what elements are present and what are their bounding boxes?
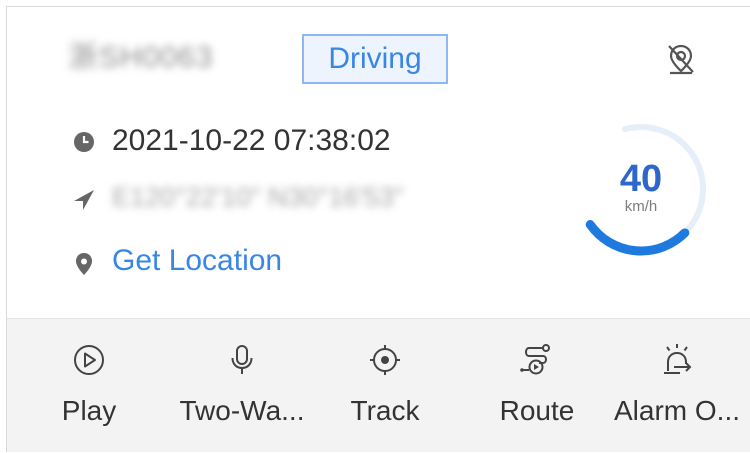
route-button[interactable]: Route [462, 319, 612, 453]
track-button[interactable]: Track [310, 319, 460, 453]
location-pin-icon [76, 253, 92, 275]
play-icon [74, 345, 104, 375]
location-off-icon[interactable] [664, 42, 698, 76]
two-way-audio-label: Two-Wa... [179, 395, 305, 426]
play-label: Play [61, 395, 117, 426]
route-label: Route [499, 395, 575, 426]
microphone-icon [231, 345, 253, 374]
crosshair-icon [370, 345, 400, 375]
speed-gauge: 40 km/h [566, 114, 716, 264]
route-icon [520, 344, 550, 375]
timestamp: 2021-10-22 07:38:02 [112, 124, 391, 157]
alarm-output-label: Alarm O... [613, 395, 740, 426]
alarm-output-icon [664, 344, 692, 374]
action-toolbar: Play Two-Wa... Track Route Alarm O... [6, 318, 750, 452]
get-location-link[interactable]: Get Location [112, 244, 282, 278]
status-badge: Driving [302, 34, 448, 84]
coordinates: E120°22'10" N30°16'53" [112, 182, 404, 212]
two-way-audio-button[interactable]: Two-Wa... [167, 319, 317, 453]
play-button[interactable]: Play [25, 319, 175, 453]
clock-icon [74, 132, 94, 152]
navigation-arrow-icon [74, 190, 94, 210]
speed-unit: km/h [624, 198, 658, 215]
track-label: Track [350, 395, 420, 426]
speed-value: 40 [619, 158, 663, 200]
alarm-output-button[interactable]: Alarm O... [602, 319, 750, 453]
vehicle-plate: 浙SH0063 [68, 41, 214, 74]
